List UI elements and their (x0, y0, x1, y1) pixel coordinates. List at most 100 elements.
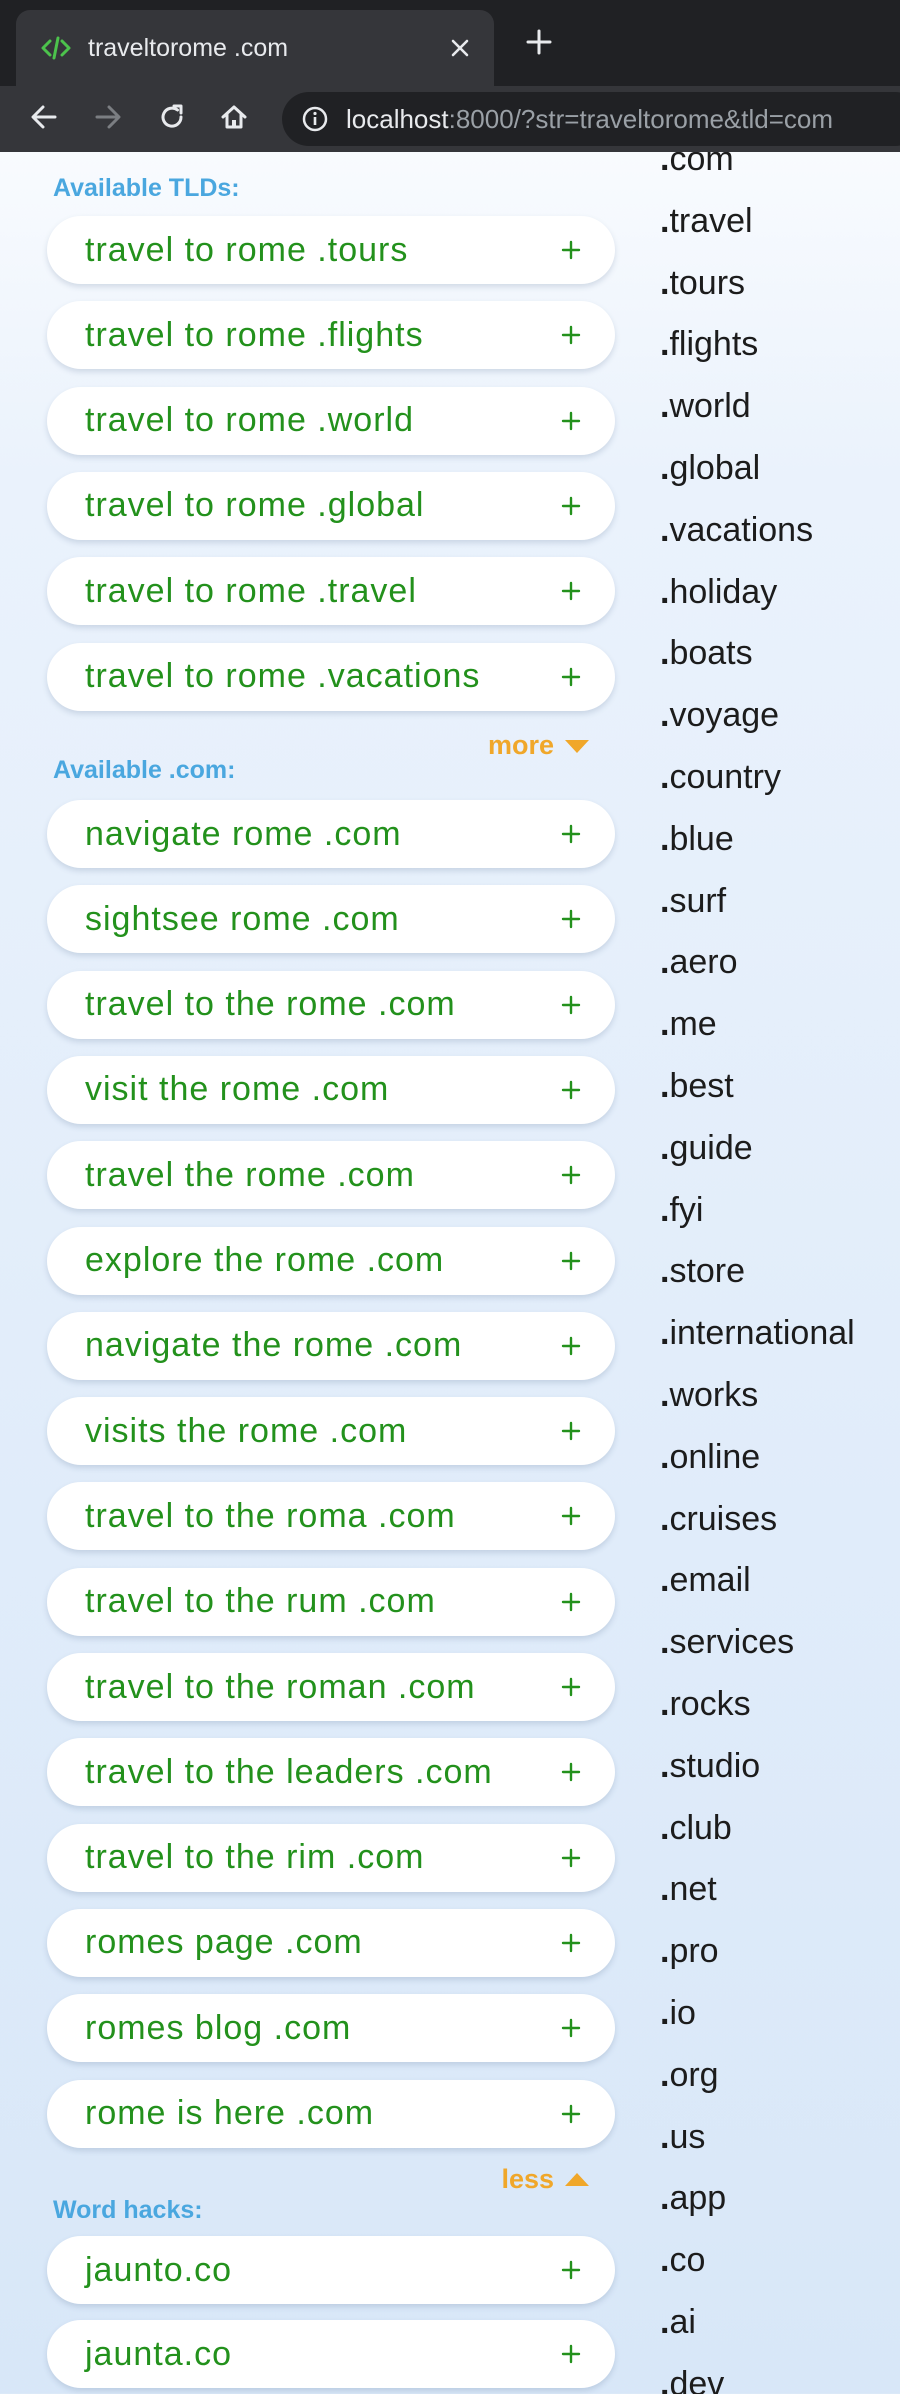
tld-list-item[interactable]: .rocks (660, 1685, 751, 1724)
tld-list-item[interactable]: .travel (660, 202, 753, 241)
com-domain-item[interactable]: travel the rome .com (47, 1141, 615, 1210)
tld-label: net (669, 1870, 717, 1909)
plus-icon[interactable] (553, 1157, 589, 1193)
plus-icon[interactable] (553, 816, 589, 852)
plus-icon[interactable] (553, 1072, 589, 1108)
tld-list-item[interactable]: .club (660, 1809, 732, 1848)
plus-icon[interactable] (553, 1328, 589, 1364)
tld-list-item[interactable]: .blue (660, 820, 734, 859)
plus-icon[interactable] (553, 317, 589, 353)
tld-list-item[interactable]: .holiday (660, 573, 777, 612)
plus-icon[interactable] (553, 1840, 589, 1876)
tld-list-item[interactable]: .org (660, 2056, 719, 2095)
tld-list-item[interactable]: .flights (660, 325, 758, 364)
new-tab-button[interactable] (514, 22, 564, 66)
hack-domain-item[interactable]: jaunto.co (47, 2236, 615, 2304)
plus-icon[interactable] (553, 659, 589, 695)
tld-list-item[interactable]: .me (660, 1005, 717, 1044)
plus-icon[interactable] (553, 1925, 589, 1961)
com-domain-item[interactable]: romes blog .com (47, 1994, 615, 2063)
tld-list-item[interactable]: .global (660, 449, 760, 488)
plus-icon[interactable] (553, 1669, 589, 1705)
tld-list-item[interactable]: .com (660, 152, 734, 179)
tld-list-item[interactable]: .country (660, 758, 781, 797)
more-toggle[interactable]: more (488, 730, 590, 761)
home-button[interactable] (210, 95, 258, 143)
com-domain-item[interactable]: navigate the rome .com (47, 1311, 615, 1380)
tld-list-item[interactable]: .online (660, 1438, 760, 1477)
url-rest: :8000/?str=traveltorome&tld=com (448, 103, 834, 134)
tld-list-item[interactable]: .net (660, 1870, 717, 1909)
plus-icon[interactable] (553, 901, 589, 937)
info-icon[interactable] (300, 104, 330, 134)
less-toggle[interactable]: less (501, 2164, 590, 2195)
com-domain-item[interactable]: visits the rome .com (47, 1397, 615, 1466)
tld-list-item[interactable]: .vacations (660, 511, 813, 550)
tld-list-item[interactable]: .ai (660, 2303, 696, 2342)
tld-list-item[interactable]: .works (660, 1376, 758, 1415)
com-domain-item[interactable]: navigate rome .com (47, 800, 615, 868)
com-domain-item[interactable]: travel to the rum .com (47, 1567, 615, 1636)
plus-icon[interactable] (553, 1413, 589, 1449)
plus-icon[interactable] (553, 1754, 589, 1790)
com-domain-item[interactable]: romes page .com (47, 1908, 615, 1977)
com-domain-item[interactable]: travel to the rome .com (47, 970, 615, 1039)
tld-list-item[interactable]: .email (660, 1561, 751, 1600)
com-domain-item[interactable]: sightsee rome .com (47, 885, 615, 954)
tld-list-item[interactable]: .pro (660, 1932, 719, 1971)
tld-list-item[interactable]: .boats (660, 634, 753, 673)
tld-list-item[interactable]: .surf (660, 882, 726, 921)
com-domain-item[interactable]: visit the rome .com (47, 1055, 615, 1124)
tld-list-item[interactable]: .voyage (660, 696, 779, 735)
address-bar[interactable]: localhost:8000/?str=traveltorome&tld=com (282, 92, 900, 146)
reload-button[interactable] (148, 95, 196, 143)
tld-list-item[interactable]: .studio (660, 1747, 760, 1786)
tld-list-item[interactable]: .international (660, 1314, 855, 1353)
com-domain-item[interactable]: travel to the rim .com (47, 1823, 615, 1892)
tld-list-item[interactable]: .best (660, 1067, 734, 1106)
com-domain-item[interactable]: travel to the leaders .com (47, 1738, 615, 1807)
close-icon[interactable] (440, 28, 480, 68)
tld-list-item[interactable]: .cruises (660, 1500, 777, 1539)
tld-list-item[interactable]: .us (660, 2118, 705, 2157)
tld-domain-item[interactable]: travel to rome .vacations (47, 642, 615, 711)
plus-icon[interactable] (553, 2096, 589, 2132)
com-domain-item[interactable]: travel to the roman .com (47, 1653, 615, 1721)
tld-list-item[interactable]: .co (660, 2241, 705, 2280)
tld-list-item[interactable]: .store (660, 1252, 745, 1291)
hack-domain-item[interactable]: jaunta.co (47, 2320, 615, 2388)
tld-list-item[interactable]: .aero (660, 943, 738, 982)
plus-icon[interactable] (553, 573, 589, 609)
tld-domain-item[interactable]: travel to rome .world (47, 386, 615, 455)
com-domain-item[interactable]: explore the rome .com (47, 1226, 615, 1295)
tld-domain-item[interactable]: travel to rome .tours (47, 216, 615, 284)
tld-list-item[interactable]: .app (660, 2179, 726, 2218)
plus-icon[interactable] (553, 1584, 589, 1620)
tld-domain-item[interactable]: travel to rome .flights (47, 301, 615, 370)
tld-list-item[interactable]: .fyi (660, 1191, 703, 1230)
tld-list-item[interactable]: .tours (660, 264, 745, 303)
forward-button[interactable] (84, 95, 132, 143)
domain-name: travel to rome .vacations (85, 657, 481, 695)
com-domain-item[interactable]: travel to the roma .com (47, 1482, 615, 1551)
domain-name: travel to the roman .com (85, 1667, 476, 1706)
plus-icon[interactable] (553, 2010, 589, 2046)
tld-domain-item[interactable]: travel to rome .travel (47, 557, 615, 626)
plus-icon[interactable] (553, 987, 589, 1023)
plus-icon[interactable] (553, 488, 589, 524)
tld-list-item[interactable]: .dev (660, 2365, 724, 2394)
tld-domain-item[interactable]: travel to rome .global (47, 471, 615, 540)
plus-icon[interactable] (553, 2336, 589, 2372)
tld-list-item[interactable]: .services (660, 1623, 794, 1662)
tld-list-item[interactable]: .io (660, 1994, 696, 2033)
plus-icon[interactable] (553, 1243, 589, 1279)
tld-list-item[interactable]: .guide (660, 1129, 753, 1168)
plus-icon[interactable] (553, 2252, 589, 2288)
plus-icon[interactable] (553, 403, 589, 439)
back-button[interactable] (20, 95, 68, 143)
com-domain-item[interactable]: rome is here .com (47, 2079, 615, 2148)
browser-tab[interactable]: traveltorome .com (16, 10, 494, 86)
plus-icon[interactable] (553, 232, 589, 268)
tld-list-item[interactable]: .world (660, 387, 751, 426)
plus-icon[interactable] (553, 1498, 589, 1534)
